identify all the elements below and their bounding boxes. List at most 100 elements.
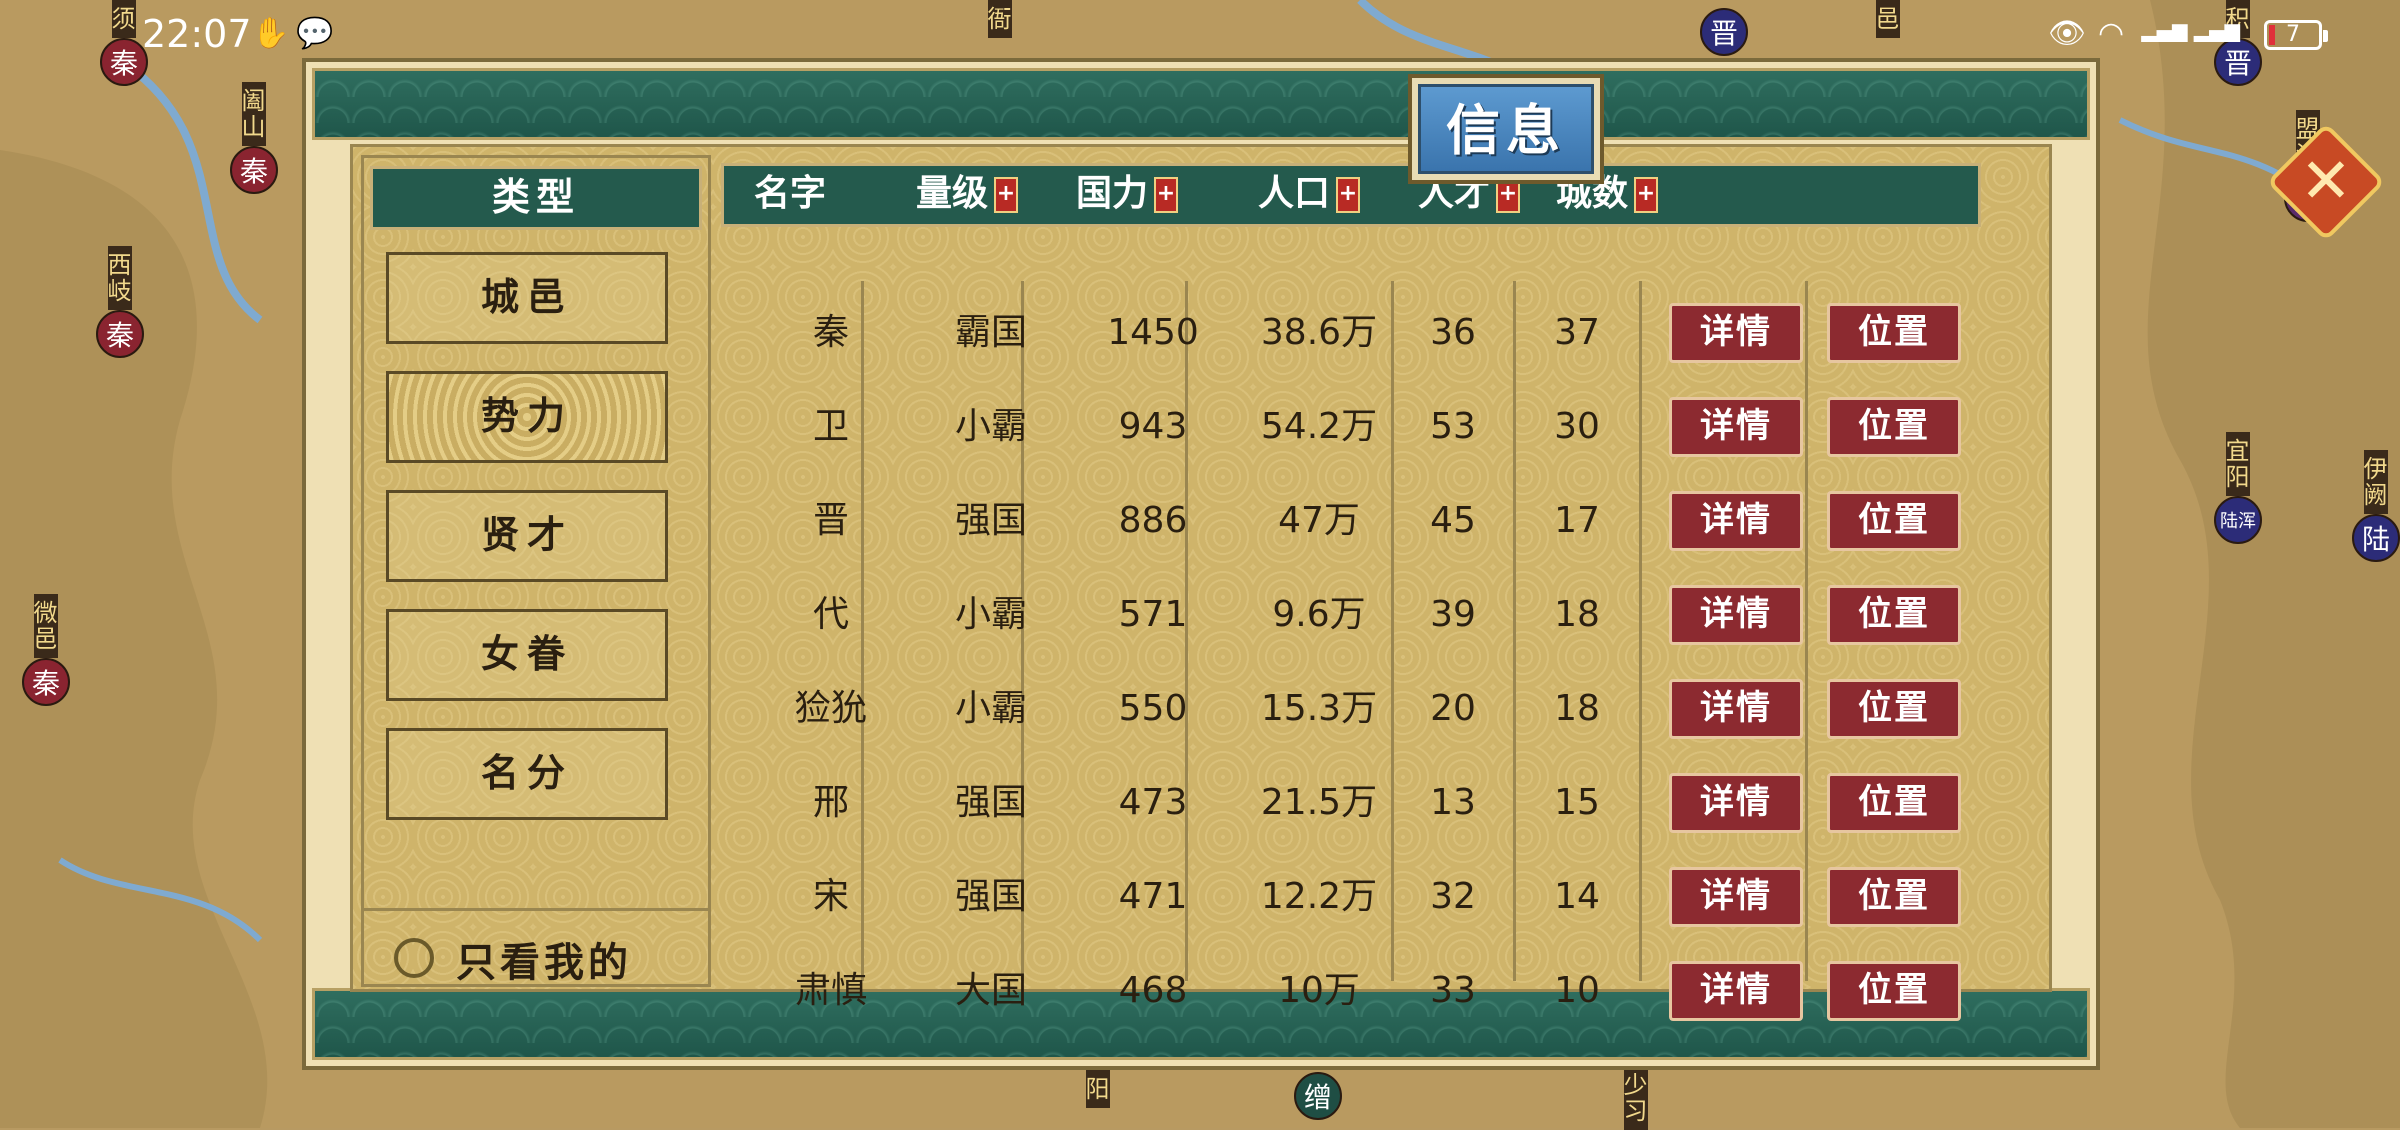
cell-power: 1450: [1107, 312, 1199, 353]
col-header-power[interactable]: 国力 +: [1076, 166, 1179, 222]
faction-table: 名字 量级 + 国力 + 人口 + 人才 + 城数 + 秦霸国 1450 38.6万 36 37 详…: [715, 155, 1999, 1021]
cell-name: 晋: [812, 500, 849, 541]
hand-icon: ✋: [252, 16, 290, 51]
col-header-name: 名字: [754, 173, 827, 214]
detail-button[interactable]: 详情: [1669, 491, 1803, 551]
cell-power: 473: [1118, 782, 1188, 823]
cell-talent: 39: [1430, 594, 1476, 635]
wechat-icon: 💬: [296, 16, 334, 51]
marker-label: 伊阙: [2359, 450, 2388, 514]
location-button[interactable]: 位置: [1827, 679, 1961, 739]
cell-name: 肃慎: [794, 970, 867, 1011]
clock: 22:07: [142, 12, 252, 56]
sort-plus-icon[interactable]: +: [1634, 177, 1659, 213]
cell-cities: 14: [1554, 876, 1600, 917]
marker-label: 西岐: [103, 246, 132, 310]
cell-rank: 小霸: [954, 406, 1027, 447]
cell-power: 468: [1118, 970, 1188, 1011]
cell-cities: 18: [1554, 594, 1600, 635]
cell-rank: 强国: [954, 500, 1027, 541]
close-icon: ✕: [2300, 144, 2352, 217]
sidebar-item-talents[interactable]: 贤才: [386, 490, 668, 582]
map-marker[interactable]: 微邑 秦: [22, 594, 70, 706]
panel-top-band: [312, 68, 2090, 140]
sidebar-item-consorts[interactable]: 女眷: [386, 609, 668, 701]
col-header-rank[interactable]: 量级 +: [916, 166, 1019, 222]
marker-label: 宜阳: [2221, 432, 2250, 496]
only-mine-radio[interactable]: [394, 938, 434, 978]
map-marker[interactable]: 阖山 秦: [230, 82, 278, 194]
cell-talent: 13: [1430, 782, 1476, 823]
cell-rank: 强国: [954, 782, 1027, 823]
location-button[interactable]: 位置: [1827, 397, 1961, 457]
faction-badge: 秦: [22, 658, 70, 706]
map-marker[interactable]: 宜阳 陆浑: [2214, 432, 2262, 544]
map-marker[interactable]: 西岐 秦: [96, 246, 144, 358]
cell-power: 550: [1118, 688, 1188, 729]
cell-rank: 小霸: [954, 688, 1027, 729]
detail-button[interactable]: 详情: [1669, 585, 1803, 645]
cell-talent: 33: [1430, 970, 1476, 1011]
faction-badge: 秦: [96, 310, 144, 358]
cell-cities: 30: [1554, 406, 1600, 447]
info-panel: 类型 城邑 势力 贤才 女眷 名分 只看我的 名字 量级 + 国力 + 人口 + 人才…: [302, 58, 2386, 1070]
location-button[interactable]: 位置: [1827, 585, 1961, 645]
cell-talent: 20: [1430, 688, 1476, 729]
marker-label: 少习: [1619, 1066, 1648, 1130]
sidebar-item-factions[interactable]: 势力: [386, 371, 668, 463]
cell-name: 邢: [812, 782, 849, 823]
cell-talent: 36: [1430, 312, 1476, 353]
detail-button[interactable]: 详情: [1669, 867, 1803, 927]
only-mine-label[interactable]: 只看我的: [456, 930, 632, 988]
panel-content: 类型 城邑 势力 贤才 女眷 名分 只看我的 名字 量级 + 国力 + 人口 + 人才…: [350, 144, 2052, 1021]
col-header-population[interactable]: 人口 +: [1258, 166, 1361, 222]
detail-button[interactable]: 详情: [1669, 397, 1803, 457]
sort-plus-icon[interactable]: +: [1336, 177, 1361, 213]
table-header: 名字 量级 + 国力 + 人口 + 人才 + 城数 +: [721, 163, 1981, 227]
cell-power: 943: [1118, 406, 1188, 447]
location-button[interactable]: 位置: [1827, 961, 1961, 1021]
location-button[interactable]: 位置: [1827, 867, 1961, 927]
faction-badge: 陆: [2352, 514, 2400, 562]
sort-plus-icon[interactable]: +: [1154, 177, 1179, 213]
battery-level: [2269, 25, 2275, 45]
cell-rank: 强国: [954, 876, 1027, 917]
map-marker[interactable]: 缯: [1294, 1072, 1342, 1120]
faction-badge: 秦: [230, 146, 278, 194]
detail-button[interactable]: 详情: [1669, 679, 1803, 739]
cell-name: 卫: [812, 406, 849, 447]
marker-label: 阖山: [237, 82, 266, 146]
map-marker[interactable]: 伊阙 陆: [2352, 450, 2400, 562]
wifi-icon: ◠: [2098, 16, 2125, 51]
location-button[interactable]: 位置: [1827, 303, 1961, 363]
cell-power: 886: [1118, 500, 1188, 541]
cell-talent: 32: [1430, 876, 1476, 917]
cell-name: 宋: [812, 876, 849, 917]
detail-button[interactable]: 详情: [1669, 773, 1803, 833]
cell-name: 秦: [812, 312, 849, 353]
marker-label: 微邑: [29, 594, 58, 658]
location-button[interactable]: 位置: [1827, 773, 1961, 833]
column-divider: [1805, 281, 1808, 981]
cell-cities: 37: [1554, 312, 1600, 353]
sidebar-divider: [364, 908, 708, 911]
cell-rank: 大国: [954, 970, 1027, 1011]
cell-power: 471: [1118, 876, 1188, 917]
type-header: 类型: [370, 166, 702, 230]
eye-icon: 👁: [2048, 16, 2087, 51]
sidebar-item-titles[interactable]: 名分: [386, 728, 668, 820]
map-marker[interactable]: 阳: [1081, 1070, 1110, 1108]
location-button[interactable]: 位置: [1827, 491, 1961, 551]
detail-button[interactable]: 详情: [1669, 303, 1803, 363]
cell-cities: 15: [1554, 782, 1600, 823]
battery-icon: 7: [2264, 20, 2328, 50]
type-sidebar: 类型 城邑 势力 贤才 女眷 名分 只看我的: [361, 155, 711, 987]
cell-cities: 18: [1554, 688, 1600, 729]
cell-power: 571: [1118, 594, 1188, 635]
sidebar-item-cities[interactable]: 城邑: [386, 252, 668, 344]
cell-talent: 53: [1430, 406, 1476, 447]
map-marker[interactable]: 少习: [1619, 1066, 1648, 1130]
detail-button[interactable]: 详情: [1669, 961, 1803, 1021]
cell-rank: 霸国: [954, 312, 1027, 353]
sort-plus-icon[interactable]: +: [994, 177, 1019, 213]
